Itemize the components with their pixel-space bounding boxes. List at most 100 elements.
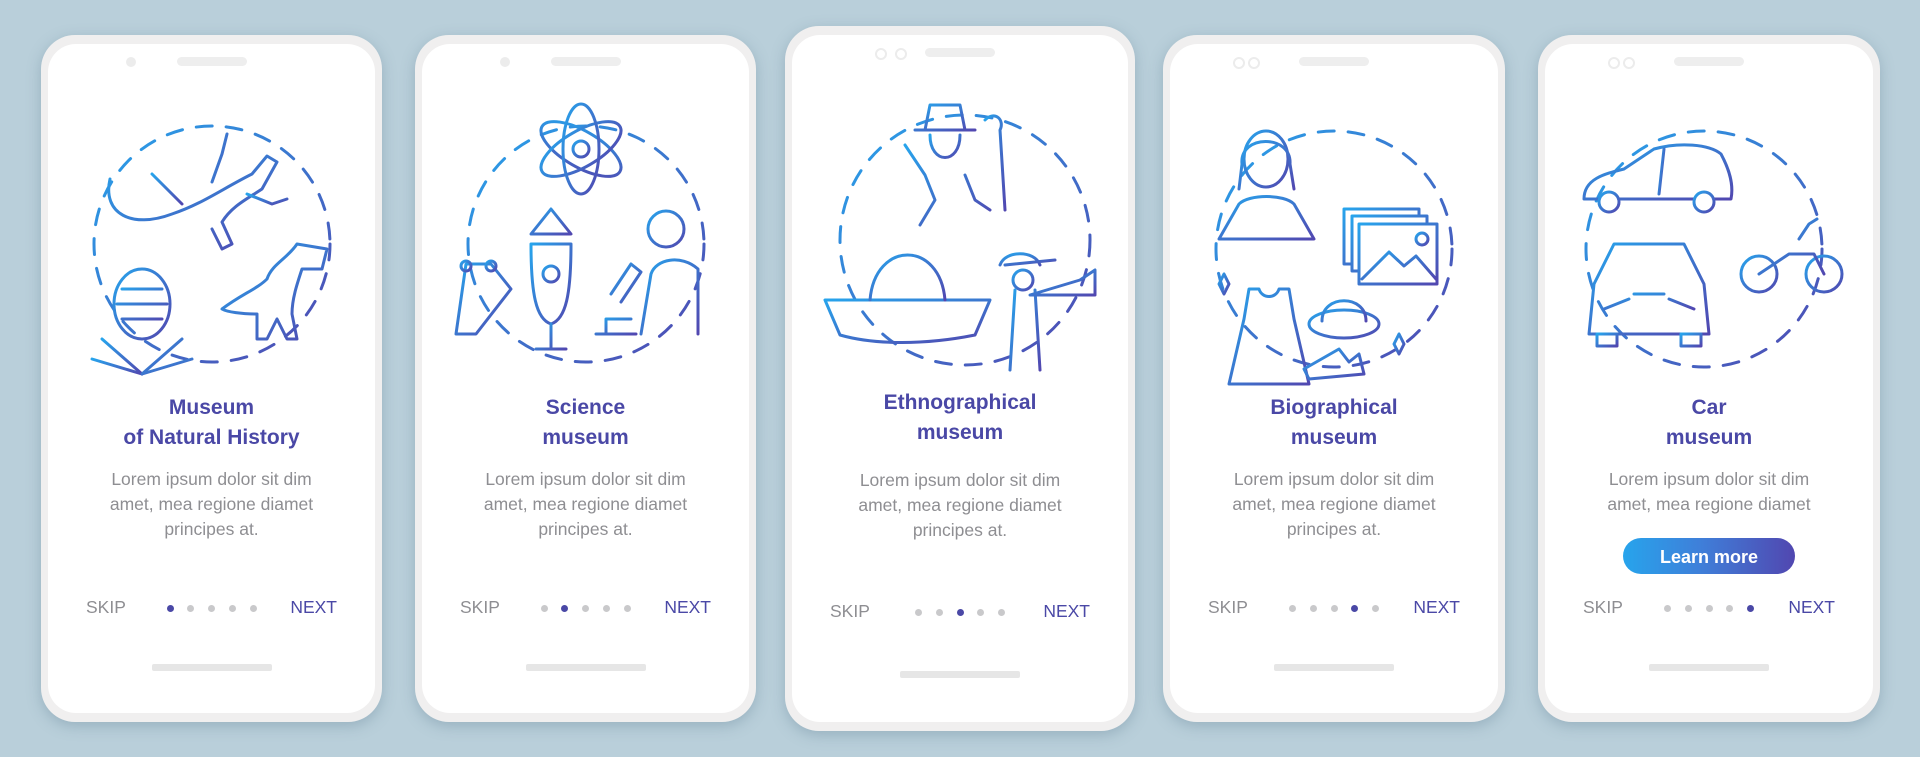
skip-button[interactable]: SKIP (460, 597, 500, 618)
sedan-car-icon (1587, 242, 1711, 348)
description-line: Lorem ipsum dolor sit dim (1233, 469, 1435, 489)
screen-title: Museum of Natural History (48, 393, 375, 453)
screen-title: Science museum (422, 393, 749, 453)
robot-arm-icon (454, 259, 512, 336)
front-sensor (1248, 57, 1260, 69)
rocket-icon (529, 207, 572, 351)
front-camera (500, 57, 510, 67)
page-dot-1[interactable] (1289, 605, 1296, 612)
next-button[interactable]: NEXT (290, 597, 337, 618)
motorcycle-icon (1739, 217, 1844, 294)
page-dot-3[interactable] (1330, 605, 1338, 612)
page-dot-1[interactable] (1664, 605, 1671, 612)
page-dot-3[interactable] (956, 609, 964, 616)
page-dot-3[interactable] (1705, 605, 1713, 612)
screen-description: Lorem ipsum dolor sit dim amet, mea regi… (78, 467, 345, 542)
speaker-grille (1299, 57, 1369, 66)
screen-title: Car museum (1545, 393, 1873, 453)
page-dot-3[interactable] (582, 605, 589, 612)
next-button[interactable]: NEXT (1413, 597, 1460, 618)
page-dot-1[interactable] (166, 605, 174, 612)
onboarding-screen-ethnographical: Ethnographical museum Lorem ipsum dolor … (785, 26, 1135, 731)
front-camera (1608, 57, 1620, 69)
page-dot-5[interactable] (623, 605, 631, 612)
front-sensor (1623, 57, 1635, 69)
page-dot-2[interactable] (935, 609, 943, 616)
page-indicator (1664, 605, 1754, 613)
microscope-icon (594, 262, 642, 336)
page-dot-2[interactable] (187, 605, 195, 612)
page-dot-1[interactable] (915, 609, 922, 616)
screen-description: Lorem ipsum dolor sit dim amet, mea regi… (1575, 467, 1843, 517)
scientist-icon (639, 209, 699, 336)
page-dot-5[interactable] (249, 605, 257, 612)
page-indicator (166, 605, 257, 613)
front-sensor (895, 48, 907, 60)
page-dot-1[interactable] (540, 605, 548, 612)
home-indicator[interactable] (1274, 664, 1394, 671)
skip-button[interactable]: SKIP (1208, 597, 1248, 618)
science-illustration (422, 94, 749, 394)
page-dot-4[interactable] (228, 605, 236, 612)
page-dot-2[interactable] (561, 605, 569, 612)
sombrero-icon (823, 253, 992, 344)
hat-icon (1307, 299, 1381, 340)
description-line: principes at. (1286, 519, 1382, 539)
onboarding-screen-car: Car museum Lorem ipsum dolor sit dim ame… (1538, 35, 1880, 722)
speaker-grille (925, 48, 995, 57)
title-line: museum (542, 426, 629, 449)
page-dot-5[interactable] (1747, 605, 1754, 612)
description-line: Lorem ipsum dolor sit dim (485, 469, 686, 489)
description-line: principes at. (538, 519, 633, 539)
title-line: Car (1691, 396, 1727, 419)
hatchback-car-icon (1582, 143, 1734, 214)
onboarding-screen-science: Science museum Lorem ipsum dolor sit dim… (415, 35, 756, 722)
page-dot-3[interactable] (208, 605, 215, 612)
page-dot-5[interactable] (998, 609, 1005, 616)
page-dot-5[interactable] (1372, 605, 1379, 612)
page-dot-2[interactable] (1684, 605, 1692, 612)
dinosaur-icon (220, 242, 328, 346)
learn-more-button[interactable]: Learn more (1623, 538, 1795, 574)
screen-description: Lorem ipsum dolor sit dim amet, mea regi… (822, 468, 1098, 543)
page-indicator (915, 609, 1005, 617)
onboarding-screen-natural-history: Museum of Natural History Lorem ipsum do… (41, 35, 382, 722)
title-line: Science (545, 396, 626, 419)
description-line: amet, mea regione diamet (483, 494, 688, 514)
dashed-circle (1584, 129, 1824, 369)
skip-button[interactable]: SKIP (86, 597, 126, 618)
title-line: Ethnographical (883, 391, 1037, 414)
phone-screen: Ethnographical museum Lorem ipsum dolor … (792, 35, 1128, 722)
page-dot-4[interactable] (602, 605, 610, 612)
onboarding-nav: SKIP NEXT (48, 597, 375, 621)
next-button[interactable]: NEXT (1043, 601, 1090, 622)
onboarding-nav: SKIP NEXT (792, 601, 1128, 625)
page-dot-4[interactable] (977, 609, 985, 616)
natural-history-illustration (48, 94, 375, 394)
phone-screen: Biographical museum Lorem ipsum dolor si… (1170, 44, 1498, 713)
title-line: of Natural History (123, 426, 300, 449)
trumpet-player-icon (998, 252, 1097, 372)
woman-portrait-icon (1217, 129, 1316, 241)
next-button[interactable]: NEXT (1788, 597, 1835, 618)
description-line: principes at. (164, 519, 259, 539)
home-indicator[interactable] (525, 664, 646, 671)
next-button[interactable]: NEXT (664, 597, 711, 618)
home-indicator[interactable] (900, 671, 1020, 678)
skip-button[interactable]: SKIP (830, 601, 870, 622)
home-indicator[interactable] (151, 664, 272, 671)
page-dot-4[interactable] (1351, 605, 1359, 612)
page-indicator (540, 605, 631, 613)
screen-description: Lorem ipsum dolor sit dim amet, mea regi… (1200, 467, 1468, 542)
description-line: amet, mea regione diamet (109, 494, 314, 514)
ethnographical-illustration (792, 90, 1128, 390)
speaker-grille (550, 57, 621, 66)
home-indicator[interactable] (1649, 664, 1769, 671)
page-dot-4[interactable] (1726, 605, 1734, 612)
title-line: museum (1665, 426, 1753, 449)
description-line: principes at. (912, 520, 1008, 540)
page-dot-2[interactable] (1309, 605, 1317, 612)
description-line: Lorem ipsum dolor sit dim (1608, 469, 1810, 489)
speaker-grille (1674, 57, 1744, 66)
skip-button[interactable]: SKIP (1583, 597, 1623, 618)
